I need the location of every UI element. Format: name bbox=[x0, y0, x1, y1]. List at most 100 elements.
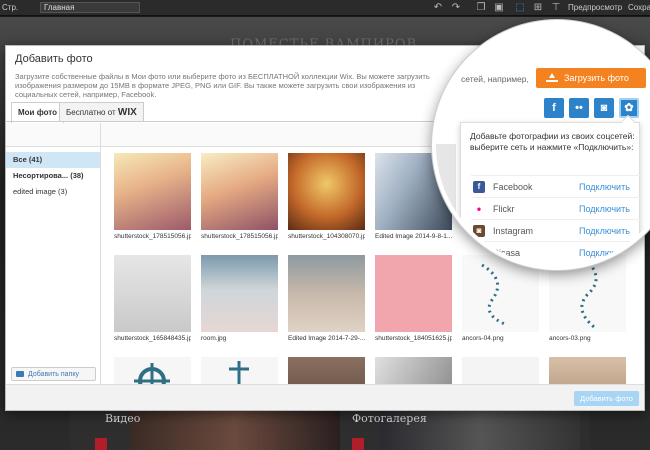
undo-icon[interactable]: ↶ bbox=[432, 2, 444, 14]
photo-thumbnail bbox=[288, 153, 365, 230]
photo-thumbnail bbox=[462, 357, 539, 384]
photo-thumbnail bbox=[114, 255, 191, 332]
instagram-icon[interactable]: ◙ bbox=[594, 98, 614, 118]
connect-picasa-link[interactable]: Подключить bbox=[579, 248, 630, 258]
photo-item[interactable] bbox=[462, 357, 539, 384]
wix-logo: WIX bbox=[117, 107, 137, 118]
folder-unsorted[interactable]: Несортирова... (38) bbox=[6, 168, 100, 184]
network-name: Instagram bbox=[493, 226, 534, 236]
photo-thumbnail bbox=[201, 357, 278, 384]
dialog-description: Загрузите собственные файлы в Мои фото и… bbox=[15, 72, 430, 99]
photo-item[interactable]: shutterstock_184051625.jpg bbox=[375, 255, 452, 342]
page-label: Стр. bbox=[2, 3, 19, 12]
connect-flickr-link[interactable]: Подключить bbox=[579, 204, 630, 214]
paste-icon[interactable]: ▣ bbox=[493, 2, 505, 14]
ship-wheel-graphic bbox=[134, 363, 170, 384]
network-name: Facebook bbox=[493, 182, 533, 192]
photo-thumbnail bbox=[114, 357, 191, 384]
tab-label: Мои фото bbox=[18, 108, 57, 117]
select-tool-icon[interactable]: ⬚ bbox=[514, 2, 526, 14]
sidebar-header bbox=[6, 123, 101, 147]
photo-name: shutterstock_104308070.jpg bbox=[288, 233, 365, 240]
site-video-heading: Видео bbox=[105, 412, 141, 425]
photo-thumbnail bbox=[114, 153, 191, 230]
photo-thumbnail bbox=[375, 357, 452, 384]
folder-count: (38) bbox=[70, 171, 84, 180]
preview-button[interactable]: Предпросмотр bbox=[568, 3, 622, 12]
folder-label: Несортирова... bbox=[13, 171, 69, 180]
folder-edited-image[interactable]: edited image (3) bbox=[6, 184, 100, 200]
network-name: Picasa bbox=[493, 248, 521, 258]
photo-item[interactable]: ancors-04.png bbox=[462, 255, 539, 342]
photo-thumbnail bbox=[201, 255, 278, 332]
photo-thumbnail bbox=[201, 153, 278, 230]
photo-name: ancors-04.png bbox=[462, 335, 504, 342]
network-row-picasa: ✿ Picasa Подключить bbox=[471, 241, 641, 263]
photo-item[interactable]: Edited Image 2014-7-29-... bbox=[288, 255, 365, 342]
photo-thumbnail bbox=[288, 357, 365, 384]
save-button[interactable]: Сохра bbox=[628, 3, 650, 12]
network-row-facebook: f Facebook Подключить bbox=[471, 175, 641, 197]
facebook-icon[interactable]: f bbox=[544, 98, 564, 118]
network-row-flickr: • Flickr Подключить bbox=[471, 197, 641, 219]
photo-name: shutterstock_165848435.jpg bbox=[114, 335, 191, 342]
folder-label: Все (41) bbox=[13, 155, 43, 164]
add-folder-label: Добавить папку bbox=[28, 371, 79, 378]
photo-item[interactable]: shutterstock_178515056.jpg bbox=[114, 153, 191, 240]
photo-item[interactable]: shutterstock_104308070.jpg bbox=[288, 153, 365, 240]
folder-label: edited image (3) bbox=[13, 187, 68, 196]
grid-icon[interactable]: ⊞ bbox=[532, 2, 544, 14]
photo-item[interactable] bbox=[549, 357, 626, 384]
photo-thumbnail bbox=[549, 357, 626, 384]
instagram-icon: ◙ bbox=[473, 225, 485, 237]
photo-item[interactable]: shutterstock_165848435.jpg bbox=[114, 255, 191, 342]
photo-item[interactable] bbox=[288, 357, 365, 384]
photo-item[interactable] bbox=[201, 357, 278, 384]
add-photo-button[interactable]: Добавить фото bbox=[574, 391, 639, 406]
magnifier-callout: сетей, например, Загрузить фото f •• ◙ ✿… bbox=[432, 20, 650, 270]
tab-my-photos[interactable]: Мои фото bbox=[11, 102, 64, 123]
photo-item[interactable] bbox=[114, 357, 191, 384]
network-name: Flickr bbox=[493, 204, 515, 214]
folder-add-icon bbox=[16, 371, 24, 377]
dialog-footer: Добавить фото bbox=[6, 384, 644, 410]
ruler-icon[interactable]: ⊤ bbox=[550, 2, 562, 14]
photo-item[interactable] bbox=[375, 357, 452, 384]
photo-name: ancors-03.png bbox=[549, 335, 591, 342]
photo-thumbnail bbox=[288, 255, 365, 332]
editor-topbar: Стр. Главная ↶ ↷ ❐ ▣ ⬚ ⊞ ⊤ Предпросмотр … bbox=[0, 0, 650, 16]
upload-photo-button[interactable]: Загрузить фото bbox=[536, 68, 646, 88]
network-row-instagram: ◙ Instagram Подключить bbox=[471, 219, 641, 241]
photo-name: Edited Image 2014-7-29-... bbox=[288, 335, 365, 342]
upload-icon bbox=[546, 72, 558, 84]
tab-label: Бесплатно от bbox=[66, 108, 116, 117]
connect-instagram-link[interactable]: Подключить bbox=[579, 226, 630, 236]
photo-name: shutterstock_178515056.jpg bbox=[201, 233, 278, 240]
connect-facebook-link[interactable]: Подключить bbox=[579, 182, 630, 192]
facebook-icon: f bbox=[473, 181, 485, 193]
site-video-image bbox=[130, 405, 340, 450]
photo-thumbnail bbox=[375, 255, 452, 332]
photo-name: shutterstock_184051625.jpg bbox=[375, 335, 452, 342]
social-panel-text: Добавьте фотографии из своих соцсетей: в… bbox=[470, 131, 635, 152]
photo-name: room.jpg bbox=[201, 335, 227, 342]
photo-item[interactable]: shutterstock_178515056.jpg bbox=[201, 153, 278, 240]
upload-button-label: Загрузить фото bbox=[564, 73, 629, 83]
zoomed-background bbox=[436, 144, 456, 224]
photo-item[interactable]: room.jpg bbox=[201, 255, 278, 342]
folder-all[interactable]: Все (41) bbox=[6, 152, 100, 168]
site-video-accent bbox=[95, 438, 107, 450]
add-folder-button[interactable]: Добавить папку bbox=[11, 367, 96, 381]
social-connect-panel: Добавьте фотографии из своих соцсетей: в… bbox=[460, 114, 641, 266]
flickr-icon[interactable]: •• bbox=[569, 98, 589, 118]
dialog-title: Добавить фото bbox=[15, 53, 93, 65]
tab-free-wix[interactable]: Бесплатно от WIX bbox=[59, 102, 144, 122]
redo-icon[interactable]: ↷ bbox=[450, 2, 462, 14]
folder-sidebar: Все (41) Несортирова... (38) edited imag… bbox=[6, 147, 101, 384]
site-gallery-heading: Фотогалерея bbox=[352, 412, 427, 425]
copy-icon[interactable]: ❐ bbox=[475, 2, 487, 14]
page-select[interactable]: Главная bbox=[40, 2, 140, 13]
site-gallery-accent bbox=[352, 438, 364, 450]
zoomed-description-text: сетей, например, bbox=[461, 74, 529, 84]
anchor-graphic bbox=[229, 361, 249, 384]
